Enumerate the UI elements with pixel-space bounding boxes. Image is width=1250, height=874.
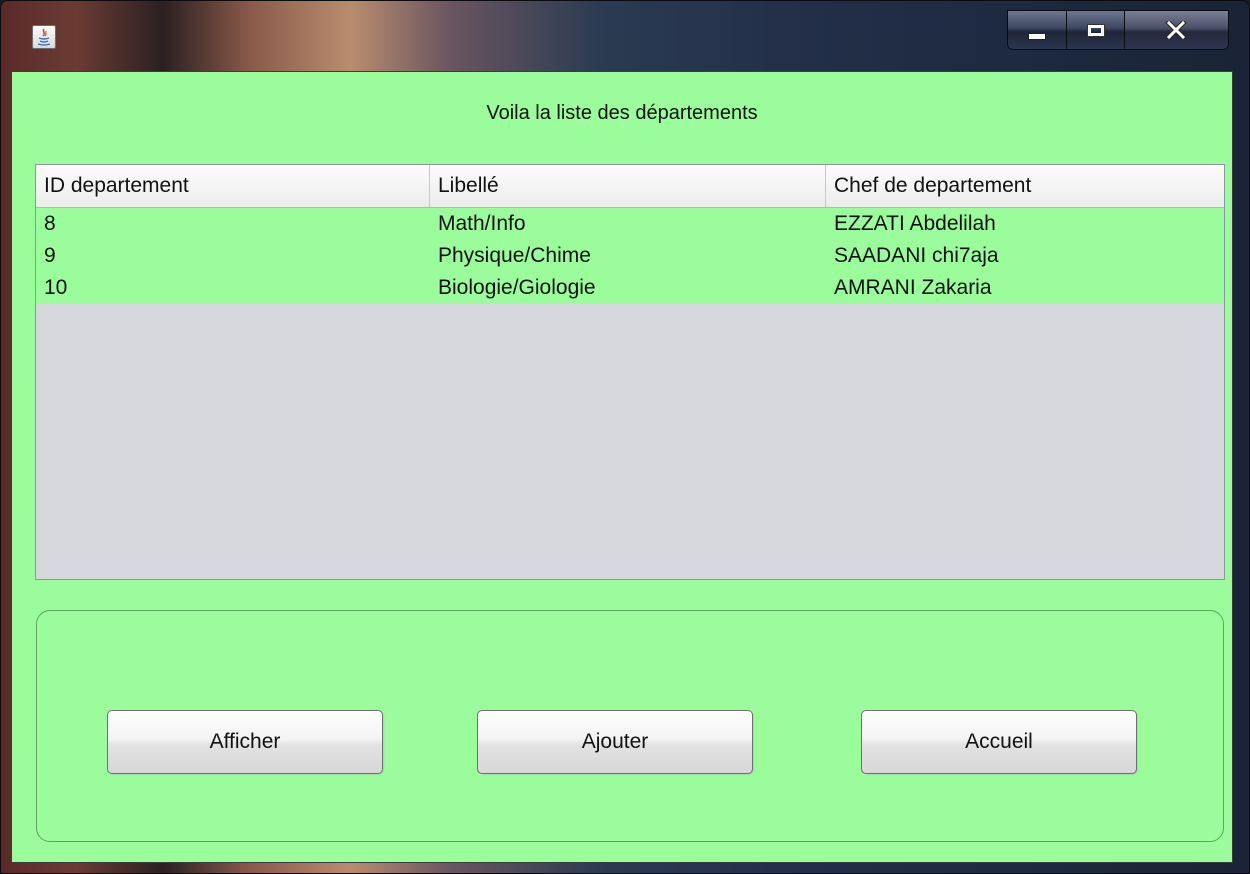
cell-chef: EZZATI Abdelilah (834, 212, 996, 235)
button-panel: Afficher Ajouter Accueil (36, 610, 1224, 842)
column-header-libelle[interactable]: Libellé (430, 165, 826, 207)
cell-libelle: Math/Info (438, 212, 526, 235)
ajouter-button[interactable]: Ajouter (477, 710, 753, 774)
java-icon[interactable] (32, 25, 56, 49)
table-row[interactable]: 9 Physique/Chime SAADANI chi7aja (36, 240, 1224, 272)
content-pane: Voila la liste des départements ID depar… (11, 71, 1233, 863)
cell-chef: AMRANI Zakaria (834, 276, 992, 299)
table-body: 8 Math/Info EZZATI Abdelilah 9 Physique/… (36, 208, 1224, 304)
table-row[interactable]: 8 Math/Info EZZATI Abdelilah (36, 208, 1224, 240)
column-header-chef[interactable]: Chef de departement (826, 165, 1224, 207)
cell-id: 8 (44, 212, 56, 235)
minimize-button[interactable] (1008, 11, 1068, 49)
cell-libelle: Biologie/Giologie (438, 276, 596, 299)
cell-id: 9 (44, 244, 56, 267)
minimize-icon (1028, 32, 1047, 40)
cell-id: 10 (44, 276, 68, 299)
accueil-button[interactable]: Accueil (861, 710, 1137, 774)
page-title: Voila la liste des départements (486, 102, 758, 124)
close-button[interactable] (1124, 11, 1228, 49)
cell-chef: SAADANI chi7aja (834, 244, 999, 267)
maximize-icon (1086, 23, 1105, 37)
title-bar[interactable] (1, 1, 1249, 71)
table-header: ID departement Libellé Chef de departeme… (36, 165, 1224, 208)
column-header-id[interactable]: ID departement (36, 165, 430, 207)
afficher-button[interactable]: Afficher (107, 710, 383, 774)
cell-libelle: Physique/Chime (438, 244, 591, 267)
app-window: Voila la liste des départements ID depar… (0, 0, 1250, 874)
departments-table[interactable]: ID departement Libellé Chef de departeme… (35, 164, 1225, 580)
maximize-button[interactable] (1067, 11, 1125, 49)
window-controls (1007, 10, 1229, 50)
table-row[interactable]: 10 Biologie/Giologie AMRANI Zakaria (36, 272, 1224, 304)
close-icon (1165, 21, 1188, 39)
